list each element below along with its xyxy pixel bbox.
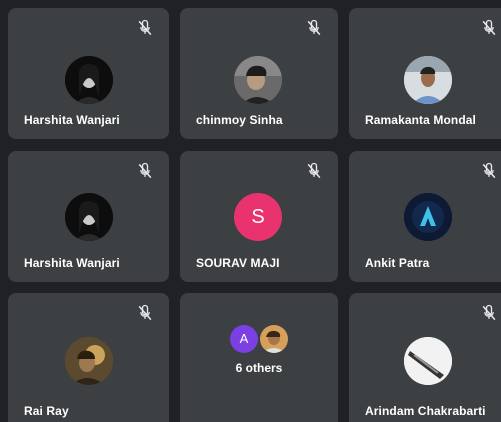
avatar [65, 193, 113, 241]
avatar [65, 337, 113, 385]
mic-off-icon [307, 19, 321, 36]
participant-name: Ramakanta Mondal [365, 113, 476, 127]
participant-tile-sourav[interactable]: S SOURAV MAJI [180, 151, 338, 282]
avatar [65, 56, 113, 104]
mic-off-icon [482, 162, 496, 179]
participant-name: Ankit Patra [365, 256, 430, 270]
others-tile[interactable]: A 6 others [180, 293, 338, 422]
participant-name: Arindam Chakrabarti [365, 404, 486, 418]
participant-tile-ramakanta[interactable]: Ramakanta Mondal [349, 8, 501, 139]
avatar: S [234, 193, 282, 241]
participant-name: SOURAV MAJI [196, 256, 280, 270]
participant-tile-harshita-2[interactable]: Harshita Wanjari [8, 151, 169, 282]
participant-name: chinmoy Sinha [196, 113, 283, 127]
avatar [234, 56, 282, 104]
avatar [404, 56, 452, 104]
participant-tile-harshita-1[interactable]: Harshita Wanjari [8, 8, 169, 139]
mic-off-icon [482, 19, 496, 36]
participant-tile-chinmoy[interactable]: chinmoy Sinha [180, 8, 338, 139]
mic-off-icon [138, 19, 152, 36]
others-count-label: 6 others [235, 361, 283, 375]
participant-name: Harshita Wanjari [24, 113, 120, 127]
participant-name: Harshita Wanjari [24, 256, 120, 270]
mic-off-icon [138, 162, 152, 179]
others-avatar-photo [260, 325, 288, 353]
participant-tile-ankit[interactable]: Ankit Patra [349, 151, 501, 282]
mic-off-icon [307, 162, 321, 179]
avatar [404, 337, 452, 385]
mic-off-icon [482, 304, 496, 321]
participant-name: Rai Ray [24, 404, 69, 418]
others-avatar-letter: A [230, 325, 258, 353]
mic-off-icon [138, 304, 152, 321]
participant-tile-arindam[interactable]: Arindam Chakrabarti [349, 293, 501, 422]
participant-tile-rai[interactable]: Rai Ray [8, 293, 169, 422]
others-avatars: A 6 others [180, 325, 338, 375]
avatar-letter: S [251, 205, 265, 228]
avatar [404, 193, 452, 241]
